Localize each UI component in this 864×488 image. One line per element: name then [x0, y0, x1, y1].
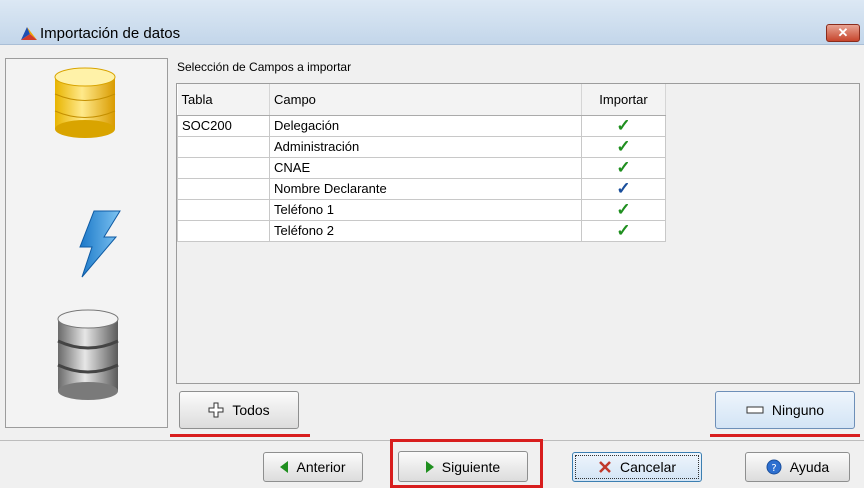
- cell-campo: Teléfono 1: [269, 199, 582, 221]
- help-button[interactable]: ? Ayuda: [745, 452, 850, 482]
- title-bar: Importación de datos ✕: [0, 0, 864, 45]
- select-all-label: Todos: [232, 402, 270, 418]
- cell-tabla: [177, 157, 270, 179]
- cancel-x-icon: [599, 461, 611, 473]
- fields-table: Tabla Campo Importar SOC200 Delegación ✓…: [177, 84, 666, 242]
- fields-grid: Tabla Campo Importar SOC200 Delegación ✓…: [176, 83, 860, 384]
- column-header-tabla[interactable]: Tabla: [177, 84, 270, 116]
- minus-icon: [746, 406, 764, 414]
- table-row[interactable]: Nombre Declarante ✓: [177, 178, 666, 200]
- cell-tabla: [177, 199, 270, 221]
- plus-icon: [208, 402, 224, 418]
- table-row[interactable]: Teléfono 2 ✓: [177, 220, 666, 242]
- database-gold-icon: [54, 67, 116, 138]
- checkmark-icon: ✓: [616, 199, 631, 219]
- next-label: Siguiente: [441, 458, 501, 475]
- cancel-label: Cancelar: [619, 459, 677, 475]
- arrow-left-icon: [280, 461, 289, 473]
- column-header-importar[interactable]: Importar: [581, 84, 666, 116]
- checkmark-icon: ✓: [616, 157, 631, 177]
- select-all-button[interactable]: Todos: [179, 391, 299, 429]
- select-none-button[interactable]: Ninguno: [715, 391, 855, 429]
- arrow-right-icon: [425, 460, 434, 473]
- help-icon: ?: [766, 459, 782, 475]
- svg-text:?: ?: [771, 463, 776, 474]
- app-logo-icon: [21, 27, 37, 40]
- import-dialog: Importación de datos ✕ Selección de Camp…: [0, 0, 864, 488]
- cell-tabla: [177, 136, 270, 158]
- highlight-underline-ninguno: [710, 434, 860, 437]
- import-checkbox[interactable]: ✓: [581, 220, 666, 242]
- table-row[interactable]: SOC200 Delegación ✓: [177, 115, 666, 137]
- cell-campo: CNAE: [269, 157, 582, 179]
- table-row[interactable]: CNAE ✓: [177, 157, 666, 179]
- import-checkbox[interactable]: ✓: [581, 136, 666, 158]
- previous-button[interactable]: Anterior: [263, 452, 363, 482]
- database-gray-icon: [57, 309, 119, 400]
- next-button[interactable]: Siguiente: [398, 451, 528, 482]
- table-header-row: Tabla Campo Importar: [177, 84, 666, 116]
- column-header-campo[interactable]: Campo: [269, 84, 582, 116]
- window-title: Importación de datos: [40, 25, 181, 42]
- checkmark-icon: ✓: [616, 178, 631, 198]
- help-label: Ayuda: [789, 459, 830, 475]
- cell-tabla: [177, 178, 270, 200]
- cell-campo: Delegación: [269, 115, 582, 137]
- wizard-illustration-panel: [5, 58, 168, 428]
- import-checkbox[interactable]: ✓: [581, 115, 666, 137]
- section-title: Selección de Campos a importar: [177, 60, 352, 74]
- close-button[interactable]: ✕: [826, 24, 860, 42]
- cell-campo: Administración: [269, 136, 582, 158]
- cell-tabla: [177, 220, 270, 242]
- close-icon: ✕: [837, 25, 849, 40]
- cell-campo: Teléfono 2: [269, 220, 582, 242]
- cancel-button[interactable]: Cancelar: [572, 452, 702, 482]
- import-checkbox[interactable]: ✓: [581, 157, 666, 179]
- lightning-bolt-icon: [79, 210, 121, 278]
- table-row[interactable]: Teléfono 1 ✓: [177, 199, 666, 221]
- checkmark-icon: ✓: [616, 115, 631, 135]
- highlight-underline-todos: [170, 434, 310, 437]
- table-row[interactable]: Administración ✓: [177, 136, 666, 158]
- previous-label: Anterior: [296, 459, 346, 475]
- cell-campo: Nombre Declarante: [269, 178, 582, 200]
- checkmark-icon: ✓: [616, 220, 631, 240]
- select-none-label: Ninguno: [771, 402, 825, 418]
- import-checkbox[interactable]: ✓: [581, 199, 666, 221]
- cell-tabla: SOC200: [177, 115, 270, 137]
- checkmark-icon: ✓: [616, 136, 631, 156]
- import-checkbox[interactable]: ✓: [581, 178, 666, 200]
